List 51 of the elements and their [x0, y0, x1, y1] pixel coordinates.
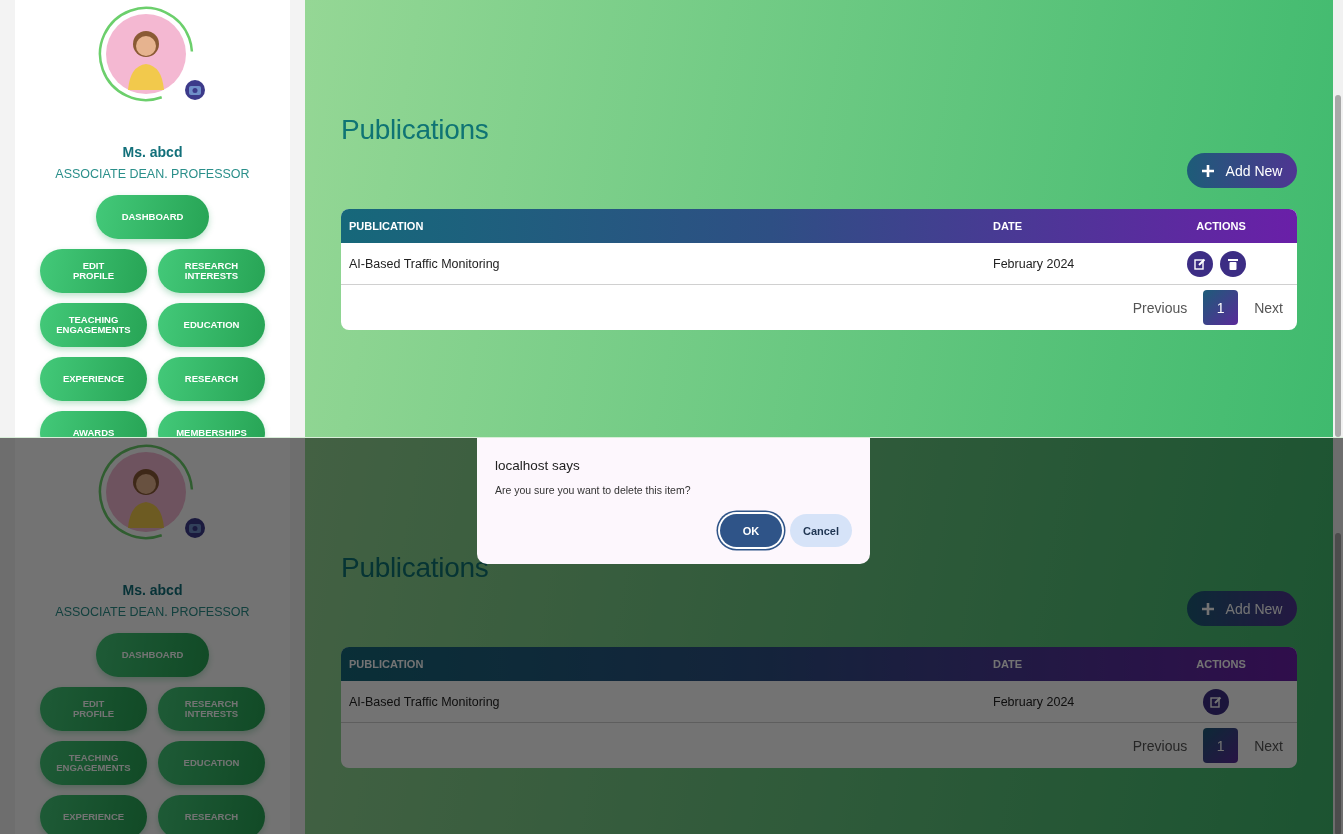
- edit-button[interactable]: [1186, 250, 1213, 277]
- next-link[interactable]: Next: [1254, 737, 1283, 754]
- edit-icon: [1210, 695, 1222, 708]
- nav-button[interactable]: EDUCATION: [158, 303, 265, 347]
- nav-button[interactable]: DASHBOARD: [96, 633, 209, 677]
- nav-button[interactable]: RESEARCH INTERESTS: [158, 687, 265, 731]
- page-button[interactable]: 1: [1203, 728, 1239, 763]
- nav-button[interactable]: RESEARCH: [158, 795, 265, 834]
- column-header: ACTIONS: [1195, 220, 1247, 232]
- nav-button[interactable]: TEACHING ENGAGEMENTS: [40, 303, 147, 347]
- table-cell-text: AI-Based Traffic Monitoring: [348, 694, 501, 709]
- next-link[interactable]: Next: [1254, 299, 1283, 316]
- nav-button[interactable]: AWARDS: [40, 411, 147, 437]
- nav-button[interactable]: TEACHING ENGAGEMENTS: [40, 741, 147, 785]
- cancel-button[interactable]: Cancel: [790, 514, 852, 547]
- nav-button[interactable]: EXPERIENCE: [40, 357, 147, 401]
- plus-icon: [1201, 602, 1214, 615]
- column-header: DATE: [992, 220, 1024, 232]
- table-cell-text: February 2024: [992, 256, 1076, 271]
- nav-button[interactable]: MEMBERSHIPS: [158, 411, 265, 437]
- column-header: DATE: [992, 658, 1024, 670]
- nav-button[interactable]: DASHBOARD: [96, 195, 209, 239]
- column-header: PUBLICATION: [348, 220, 425, 232]
- trash-icon: [1227, 257, 1238, 270]
- previous-link[interactable]: Previous: [1132, 299, 1188, 316]
- dialog-message: Are you sure you want to delete this item?: [495, 484, 692, 497]
- add-new-button[interactable]: Add New: [1187, 591, 1297, 626]
- delete-button[interactable]: [1219, 250, 1246, 277]
- table-cell-text: AI-Based Traffic Monitoring: [348, 256, 501, 271]
- page-title: Publications: [341, 113, 490, 147]
- ok-button[interactable]: OK: [720, 514, 782, 547]
- profile-name: Ms. abcd: [122, 144, 183, 160]
- dialog-title: localhost says: [495, 458, 581, 474]
- edit-icon: [1193, 257, 1206, 270]
- page-title: Publications: [341, 551, 490, 585]
- profile-role: ASSOCIATE DEAN. PROFESSOR: [55, 166, 250, 182]
- profile-role: ASSOCIATE DEAN. PROFESSOR: [55, 604, 250, 620]
- previous-link[interactable]: Previous: [1132, 737, 1188, 754]
- nav-button[interactable]: EDIT PROFILE: [40, 687, 147, 731]
- nav-button[interactable]: EDUCATION: [158, 741, 265, 785]
- column-header: PUBLICATION: [348, 658, 425, 670]
- add-new-button[interactable]: Add New: [1187, 153, 1297, 188]
- nav-button[interactable]: EDIT PROFILE: [40, 249, 147, 293]
- column-header: ACTIONS: [1195, 658, 1247, 670]
- nav-button[interactable]: EXPERIENCE: [40, 795, 147, 834]
- nav-button[interactable]: RESEARCH: [158, 357, 265, 401]
- nav-button[interactable]: RESEARCH INTERESTS: [158, 249, 265, 293]
- page-button[interactable]: 1: [1203, 290, 1239, 325]
- table-cell-text: February 2024: [992, 694, 1076, 709]
- profile-name: Ms. abcd: [122, 582, 183, 598]
- plus-icon: [1201, 164, 1214, 177]
